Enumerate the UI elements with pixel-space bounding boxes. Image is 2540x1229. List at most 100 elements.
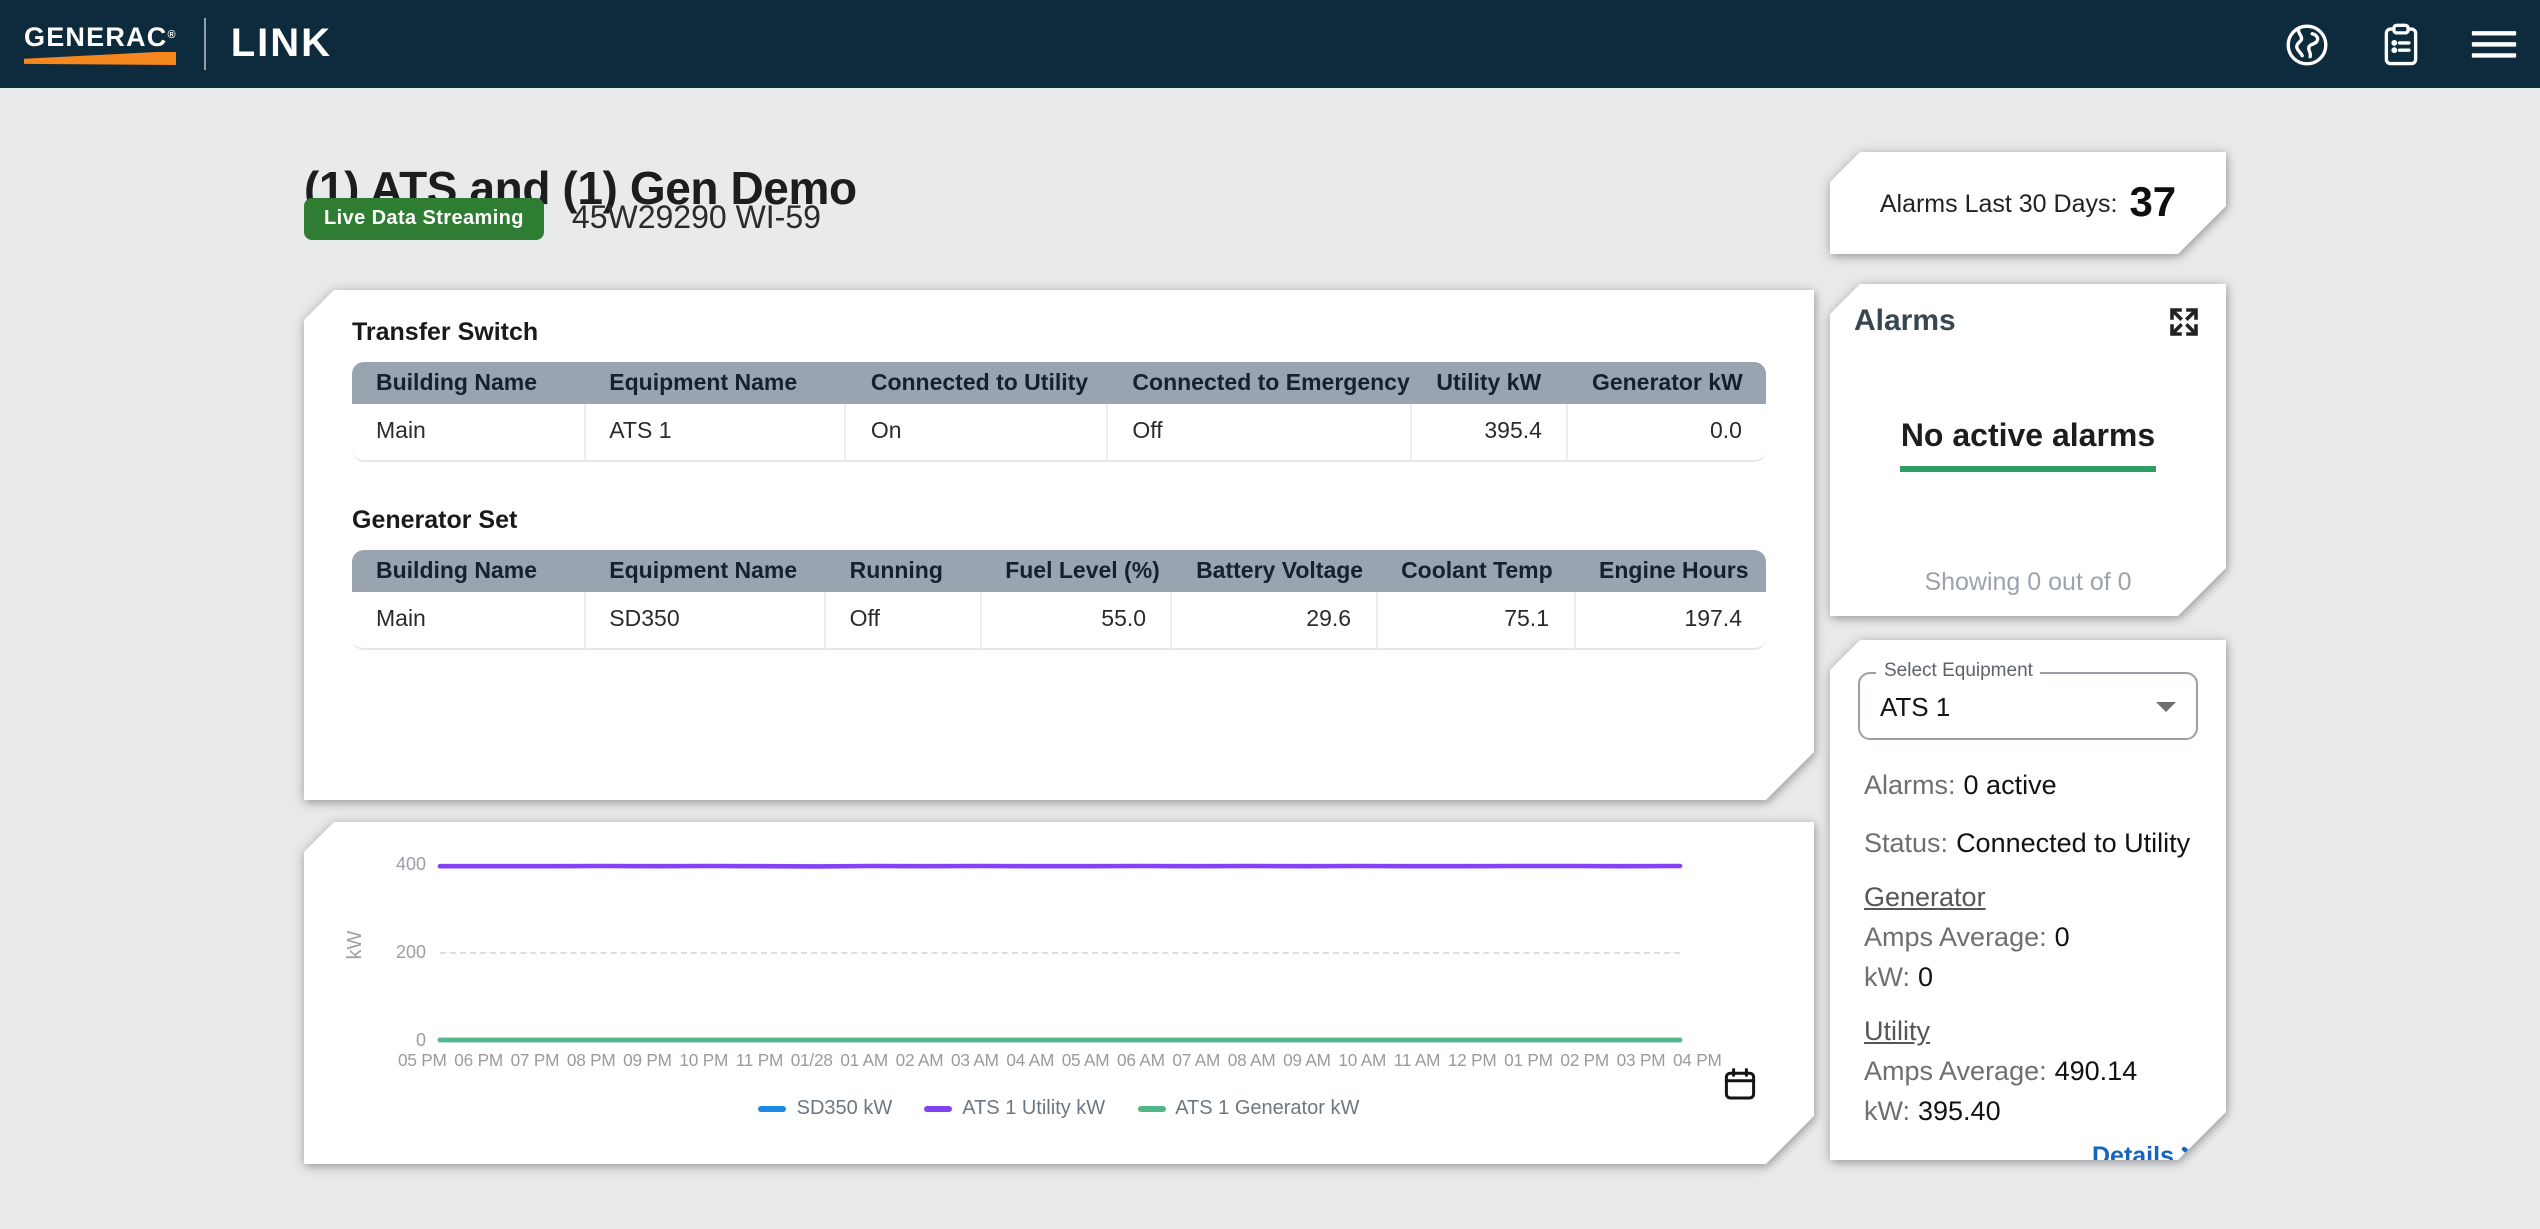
column-header: Generator kW <box>1568 362 1766 404</box>
x-tick-label: 05 PM <box>398 1050 447 1070</box>
details-link[interactable]: Details <box>2092 1142 2198 1170</box>
x-tick-label: 02 PM <box>1560 1050 1609 1070</box>
equipment-tables-card: Transfer Switch Building Name Equipment … <box>304 290 1814 800</box>
x-tick-label: 06 AM <box>1117 1050 1165 1070</box>
subtitle-row: Live Data Streaming 45W29290 WI-59 <box>304 198 821 240</box>
table-header-row: Building Name Equipment Name Connected t… <box>352 362 1766 404</box>
stat-label: Alarms Last 30 Days: <box>1880 189 2118 217</box>
cell-generator-kw: 0.0 <box>1568 404 1766 462</box>
no-active-alarms-message: No active alarms <box>1901 420 2155 472</box>
generator-kw-line: kW:0 <box>1864 958 2198 998</box>
legend-item[interactable]: ATS 1 Generator kW <box>1137 1098 1359 1120</box>
generator-amps-line: Amps Average:0 <box>1864 918 2198 958</box>
table-header-row: Building Name Equipment Name Running Fue… <box>352 550 1766 592</box>
chevron-down-icon <box>2156 701 2176 711</box>
x-tick-label: 08 AM <box>1228 1050 1276 1070</box>
x-tick-label: 04 AM <box>1006 1050 1054 1070</box>
column-header: Equipment Name <box>585 550 825 592</box>
generator-set-title: Generator Set <box>352 506 1766 534</box>
legend-label: ATS 1 Generator kW <box>1175 1098 1359 1120</box>
alarms-card: Alarms No active alarms Showing 0 out of… <box>1830 284 2226 616</box>
x-tick-label: 01 PM <box>1504 1050 1553 1070</box>
column-header: Building Name <box>352 550 585 592</box>
generac-logo: GENERAC® <box>24 23 177 65</box>
x-tick-label: 01/28 <box>791 1050 833 1070</box>
chart-xlabels: 05 PM 06 PM 07 PM 08 PM 09 PM 10 PM 11 PM 01/28… <box>398 1050 1722 1070</box>
legend-item[interactable]: SD350 kW <box>759 1098 893 1120</box>
x-tick-label: 11 PM <box>736 1050 783 1070</box>
stat-value: 37 <box>2129 179 2176 227</box>
y-tick-label: 200 <box>346 941 426 961</box>
x-tick-label: 10 PM <box>679 1050 728 1070</box>
nav-icons <box>2282 20 2518 68</box>
connection-status-line: Status:Connected to Utility <box>1864 824 2198 864</box>
column-header: Connected to Utility <box>847 362 1109 404</box>
top-nav-bar: GENERAC® LINK <box>0 0 2540 88</box>
legend-dash-icon <box>1137 1106 1165 1113</box>
x-tick-label: 07 PM <box>511 1050 560 1070</box>
legend-item[interactable]: ATS 1 Utility kW <box>924 1098 1105 1120</box>
link-product-name: LINK <box>231 21 332 67</box>
utility-kw-line: kW:395.40 <box>1864 1092 2198 1132</box>
legend-dash-icon <box>924 1106 952 1113</box>
column-header: Fuel Level (%) <box>981 550 1172 592</box>
x-tick-label: 03 AM <box>951 1050 999 1070</box>
cell-building-name: Main <box>352 592 585 650</box>
generator-set-table: Building Name Equipment Name Running Fue… <box>352 550 1766 650</box>
brand-divider <box>205 18 207 70</box>
clipboard-icon[interactable] <box>2376 20 2424 68</box>
menu-icon[interactable] <box>2470 20 2518 68</box>
utility-amps-line: Amps Average:490.14 <box>1864 1052 2198 1092</box>
select-equipment-value: ATS 1 <box>1880 691 1950 721</box>
expand-icon[interactable] <box>2166 304 2202 340</box>
column-header: Building Name <box>352 362 585 404</box>
x-tick-label: 02 AM <box>896 1050 944 1070</box>
x-tick-label: 07 AM <box>1172 1050 1220 1070</box>
app-viewport: GENERAC® LINK <box>0 0 2540 1229</box>
column-header: Connected to Emergency <box>1108 362 1412 404</box>
chevron-right-icon <box>2180 1145 2198 1167</box>
generac-logo-text: GENERAC® <box>24 23 177 49</box>
power-chart-card: kW 05 PM06 PM07 PM08 PM09 PM10 PM11 PM01… <box>304 822 1814 1164</box>
cell-equipment-name: ATS 1 <box>585 404 847 462</box>
generac-swoosh <box>24 51 177 65</box>
y-tick-label: 0 <box>346 1029 426 1049</box>
table-row[interactable]: Main ATS 1 On Off 395.4 0.0 <box>352 404 1766 462</box>
page-body: (1) ATS and (1) Gen Demo Live Data Strea… <box>0 88 2540 1229</box>
legend-label: SD350 kW <box>797 1098 893 1120</box>
brand-area: GENERAC® LINK <box>24 18 332 70</box>
x-tick-label: 09 PM <box>623 1050 672 1070</box>
x-tick-label: 12 PM <box>1448 1050 1497 1070</box>
column-header: Utility kW <box>1412 362 1568 404</box>
x-tick-label: 08 PM <box>567 1050 616 1070</box>
table-row[interactable]: Main SD350 Off 55.0 29.6 75.1 197.4 <box>352 592 1766 650</box>
x-tick-label: 11 AM <box>1394 1050 1440 1070</box>
alarms-last-30-days-card: Alarms Last 30 Days: 37 <box>1830 152 2226 254</box>
globe-icon[interactable] <box>2282 20 2330 68</box>
x-tick-label: 06 PM <box>454 1050 503 1070</box>
cell-coolant-temp: 75.1 <box>1377 592 1575 650</box>
generator-section-heading: Generator <box>1864 878 2198 918</box>
y-tick-label: 400 <box>346 853 426 873</box>
alarms-status-line: Alarms:0 active <box>1864 766 2198 806</box>
chart-legend: SD350 kW ATS 1 Utility kW ATS 1 Generator … <box>304 1098 1814 1120</box>
select-equipment-dropdown[interactable]: Select Equipment ATS 1 <box>1858 672 2198 740</box>
legend-label: ATS 1 Utility kW <box>962 1098 1105 1120</box>
alarms-card-title: Alarms <box>1854 304 2202 338</box>
chart-area: kW 05 PM06 PM07 PM08 PM09 PM10 PM11 PM01… <box>304 822 1814 1164</box>
chart-plot <box>440 862 1680 1046</box>
transfer-switch-table: Building Name Equipment Name Connected t… <box>352 362 1766 462</box>
site-id: 45W29290 WI-59 <box>572 201 821 237</box>
cell-equipment-name: SD350 <box>585 592 825 650</box>
cell-fuel-level: 55.0 <box>981 592 1172 650</box>
cell-connected-to-utility: On <box>847 404 1109 462</box>
cell-building-name: Main <box>352 404 585 462</box>
select-equipment-label: Select Equipment <box>1876 660 2041 682</box>
column-header: Running <box>826 550 982 592</box>
x-tick-label: 09 AM <box>1283 1050 1331 1070</box>
calendar-icon[interactable] <box>1722 1066 1758 1102</box>
cell-engine-hours: 197.4 <box>1575 592 1766 650</box>
column-header: Coolant Temp <box>1377 550 1575 592</box>
cell-battery-voltage: 29.6 <box>1172 592 1377 650</box>
x-tick-label: 03 PM <box>1617 1050 1666 1070</box>
